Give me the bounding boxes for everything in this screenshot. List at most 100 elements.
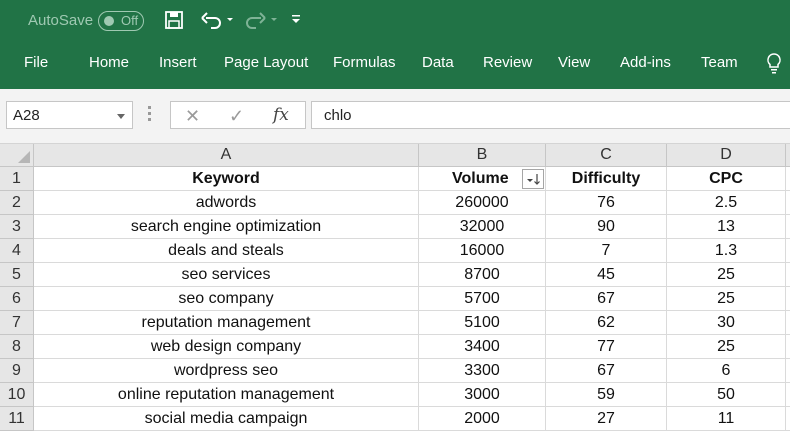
cell-keyword-header[interactable]: Keyword xyxy=(34,167,419,191)
cell-keyword[interactable]: online reputation management xyxy=(34,383,419,407)
row-header[interactable]: 8 xyxy=(0,335,34,359)
cell[interactable] xyxy=(786,191,790,215)
cell[interactable] xyxy=(786,335,790,359)
tab-data[interactable]: Data xyxy=(422,54,454,71)
column-header-d[interactable]: D xyxy=(667,144,786,167)
column-header-e[interactable] xyxy=(786,144,790,167)
row-header[interactable]: 11 xyxy=(0,407,34,431)
save-icon[interactable] xyxy=(164,10,184,32)
cell-volume[interactable]: 2000 xyxy=(419,407,546,431)
cell-difficulty[interactable]: 62 xyxy=(546,311,667,335)
undo-icon[interactable] xyxy=(200,10,236,32)
drag-handle-icon[interactable] xyxy=(148,106,152,124)
cell-cpc[interactable]: 30 xyxy=(667,311,786,335)
cell-volume[interactable]: 16000 xyxy=(419,239,546,263)
cell-keyword[interactable]: adwords xyxy=(34,191,419,215)
tab-team[interactable]: Team xyxy=(701,54,738,71)
row-header[interactable]: 6 xyxy=(0,287,34,311)
row-header[interactable]: 1 xyxy=(0,167,34,191)
cell-keyword[interactable]: reputation management xyxy=(34,311,419,335)
cell-volume[interactable]: 8700 xyxy=(419,263,546,287)
cell-keyword[interactable]: social media campaign xyxy=(34,407,419,431)
cell-difficulty[interactable]: 90 xyxy=(546,215,667,239)
cell-cpc-header[interactable]: CPC xyxy=(667,167,786,191)
tab-add-ins[interactable]: Add-ins xyxy=(620,54,671,71)
row-header[interactable]: 2 xyxy=(0,191,34,215)
row-header[interactable]: 10 xyxy=(0,383,34,407)
tab-formulas[interactable]: Formulas xyxy=(333,54,396,71)
autosave-toggle[interactable]: Off xyxy=(98,11,144,31)
cell[interactable] xyxy=(786,167,790,191)
cell[interactable] xyxy=(786,287,790,311)
tab-file[interactable]: File xyxy=(24,54,48,71)
cell[interactable] xyxy=(786,215,790,239)
cell-volume[interactable]: 3400 xyxy=(419,335,546,359)
column-header-c[interactable]: C xyxy=(546,144,667,167)
enter-icon[interactable]: ✓ xyxy=(229,106,244,127)
cell-difficulty[interactable]: 67 xyxy=(546,359,667,383)
tab-page-layout[interactable]: Page Layout xyxy=(224,54,308,71)
cell-volume[interactable]: 3300 xyxy=(419,359,546,383)
cell-volume[interactable]: 5100 xyxy=(419,311,546,335)
cell-volume[interactable]: 260000 xyxy=(419,191,546,215)
cell-cpc[interactable]: 2.5 xyxy=(667,191,786,215)
cell-cpc[interactable]: 25 xyxy=(667,287,786,311)
cell-cpc[interactable]: 1.3 xyxy=(667,239,786,263)
cell-cpc[interactable]: 50 xyxy=(667,383,786,407)
lightbulb-icon[interactable] xyxy=(766,52,782,78)
cell-keyword[interactable]: seo services xyxy=(34,263,419,287)
cell[interactable] xyxy=(786,263,790,287)
cell-cpc[interactable]: 25 xyxy=(667,335,786,359)
cell-volume[interactable]: 5700 xyxy=(419,287,546,311)
formula-input[interactable]: chlo xyxy=(311,101,790,129)
cell[interactable] xyxy=(786,311,790,335)
cell[interactable] xyxy=(786,359,790,383)
cell-volume[interactable]: 3000 xyxy=(419,383,546,407)
row-header[interactable]: 7 xyxy=(0,311,34,335)
cell[interactable] xyxy=(786,239,790,263)
cell-keyword[interactable]: deals and steals xyxy=(34,239,419,263)
tab-view[interactable]: View xyxy=(558,54,590,71)
tab-home[interactable]: Home xyxy=(89,54,129,71)
cell-difficulty[interactable]: 76 xyxy=(546,191,667,215)
cancel-icon[interactable]: ✕ xyxy=(185,106,200,127)
formula-buttons: ✕ ✓ fx xyxy=(170,101,306,129)
row-header[interactable]: 4 xyxy=(0,239,34,263)
tab-insert[interactable]: Insert xyxy=(159,54,197,71)
cell-keyword[interactable]: wordpress seo xyxy=(34,359,419,383)
title-bar: AutoSave Off xyxy=(0,0,790,42)
row-header[interactable]: 9 xyxy=(0,359,34,383)
cell-difficulty[interactable]: 67 xyxy=(546,287,667,311)
sort-filter-button[interactable] xyxy=(522,169,544,189)
column-header-b[interactable]: B xyxy=(419,144,546,167)
name-box-value: A28 xyxy=(13,107,40,124)
row-header[interactable]: 3 xyxy=(0,215,34,239)
cell-volume[interactable]: 32000 xyxy=(419,215,546,239)
select-all-button[interactable] xyxy=(0,144,34,167)
row-header[interactable]: 5 xyxy=(0,263,34,287)
cell-difficulty[interactable]: 45 xyxy=(546,263,667,287)
cell-difficulty[interactable]: 27 xyxy=(546,407,667,431)
tab-review[interactable]: Review xyxy=(483,54,532,71)
cell-cpc[interactable]: 25 xyxy=(667,263,786,287)
autosave-state: Off xyxy=(121,13,139,28)
cell-difficulty[interactable]: 7 xyxy=(546,239,667,263)
cell[interactable] xyxy=(786,383,790,407)
cell-difficulty-header[interactable]: Difficulty xyxy=(546,167,667,191)
cell[interactable] xyxy=(786,407,790,431)
column-header-a[interactable]: A xyxy=(34,144,419,167)
sort-descending-icon xyxy=(527,174,540,185)
cell-cpc[interactable]: 13 xyxy=(667,215,786,239)
cell-cpc[interactable]: 6 xyxy=(667,359,786,383)
redo-icon[interactable] xyxy=(243,10,279,32)
insert-function-icon[interactable]: fx xyxy=(273,105,289,125)
cell-keyword[interactable]: search engine optimization xyxy=(34,215,419,239)
cell-difficulty[interactable]: 59 xyxy=(546,383,667,407)
cell-keyword[interactable]: seo company xyxy=(34,287,419,311)
cell-cpc[interactable]: 11 xyxy=(667,407,786,431)
chevron-down-icon[interactable] xyxy=(117,114,125,119)
cell-keyword[interactable]: web design company xyxy=(34,335,419,359)
name-box[interactable]: A28 xyxy=(6,101,133,129)
customize-qat-icon[interactable] xyxy=(290,10,302,32)
cell-difficulty[interactable]: 77 xyxy=(546,335,667,359)
